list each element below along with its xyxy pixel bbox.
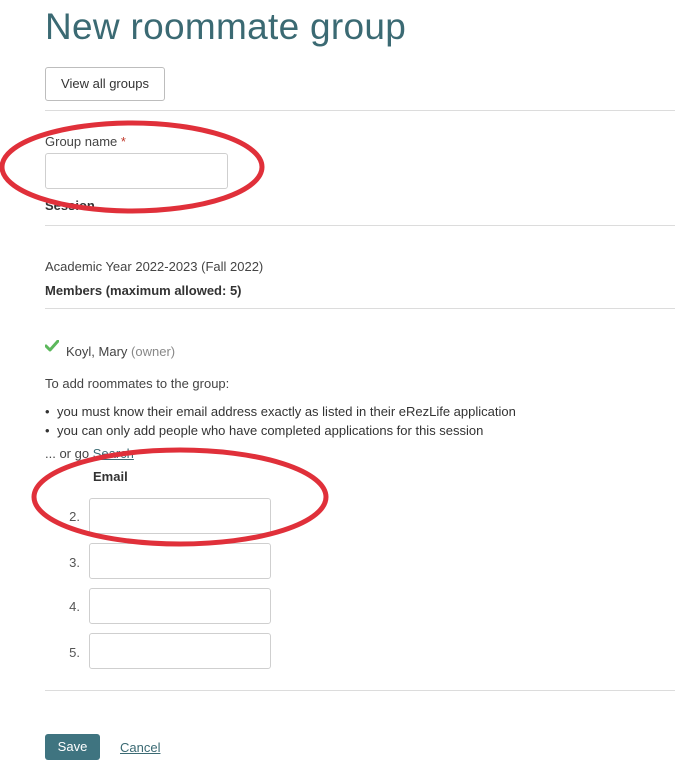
save-button[interactable]: Save <box>45 734 100 760</box>
search-link[interactable]: Search <box>93 446 134 461</box>
group-name-label: Group name * <box>45 134 126 149</box>
or-go-search: ... or go Search <box>45 446 134 461</box>
requirements-list: you must know their email address exactl… <box>45 402 516 440</box>
list-item: you can only add people who have complet… <box>45 421 516 440</box>
divider <box>45 308 675 309</box>
row-number: 5. <box>69 645 80 660</box>
divider <box>45 110 675 111</box>
email-input-2[interactable] <box>89 498 271 534</box>
members-heading: Members (maximum allowed: 5) <box>45 283 242 298</box>
owner-role: (owner) <box>131 344 176 359</box>
row-number: 2. <box>69 509 80 524</box>
group-name-label-text: Group name <box>45 134 118 149</box>
row-number: 4. <box>69 599 80 614</box>
required-marker: * <box>120 134 126 149</box>
session-label: Session <box>45 198 95 210</box>
add-instructions: To add roommates to the group: <box>45 376 230 391</box>
row-number: 3. <box>69 555 80 570</box>
cancel-link[interactable]: Cancel <box>120 740 160 755</box>
or-go-text: ... or go <box>45 446 90 461</box>
email-input-3[interactable] <box>89 543 271 579</box>
session-value: Academic Year 2022-2023 (Fall 2022) <box>45 259 264 274</box>
page-title: New roommate group <box>45 6 407 47</box>
owner-name: Koyl, Mary <box>66 344 128 359</box>
email-column-header: Email <box>93 469 128 484</box>
divider <box>45 690 675 691</box>
divider <box>45 225 675 226</box>
list-item: you must know their email address exactl… <box>45 402 516 421</box>
email-input-5[interactable] <box>89 633 271 669</box>
email-input-4[interactable] <box>89 588 271 624</box>
check-icon <box>45 340 59 352</box>
group-name-input[interactable] <box>45 153 228 189</box>
view-all-groups-button[interactable]: View all groups <box>45 67 165 101</box>
owner-row: Koyl, Mary (owner) <box>66 344 175 359</box>
